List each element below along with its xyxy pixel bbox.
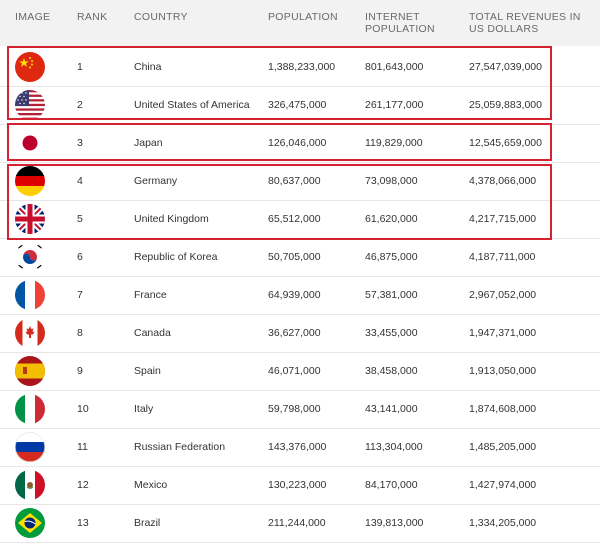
- country-cell: United Kingdom: [134, 212, 209, 225]
- internet-population-cell: 73,098,000: [365, 174, 418, 187]
- population-cell: 50,705,000: [268, 250, 321, 263]
- revenue-cell: 2,967,052,000: [469, 288, 537, 301]
- population-cell: 1,388,233,000: [268, 60, 336, 73]
- revenue-cell: 1,334,205,000: [469, 516, 537, 529]
- revenue-cell: 1,485,205,000: [469, 440, 537, 453]
- rank-cell: 11: [77, 440, 88, 453]
- france-flag-icon: [15, 280, 45, 310]
- rank-cell: 13: [77, 516, 89, 529]
- country-cell: France: [134, 288, 167, 301]
- table-row: 8 Canada 36,627,000 33,455,000 1,947,371…: [0, 314, 600, 353]
- country-cell: Spain: [134, 364, 161, 377]
- country-cell: Brazil: [134, 516, 161, 529]
- country-cell: Russian Federation: [134, 440, 226, 453]
- japan-flag-icon: [15, 128, 45, 158]
- country-cell: China: [134, 60, 162, 73]
- rank-cell: 7: [77, 288, 83, 301]
- rank-cell: 1: [77, 60, 83, 73]
- revenue-cell: 1,913,050,000: [469, 364, 537, 377]
- canada-flag-icon: [15, 318, 45, 348]
- revenue-cell: 1,947,371,000: [469, 326, 537, 339]
- table-row: 9 Spain 46,071,000 38,458,000 1,913,050,…: [0, 352, 600, 391]
- revenue-cell: 12,545,659,000: [469, 136, 542, 149]
- usa-flag-icon: [15, 90, 45, 120]
- rank-cell: 10: [77, 402, 89, 415]
- internet-population-cell: 38,458,000: [365, 364, 418, 377]
- table-row: 10 Italy 59,798,000 43,141,000 1,874,608…: [0, 390, 600, 429]
- table-row: 13 Brazil 211,244,000 139,813,000 1,334,…: [0, 504, 600, 543]
- rank-cell: 6: [77, 250, 83, 263]
- country-cell: United States of America: [134, 98, 250, 111]
- table-row: 12 Mexico 130,223,000 84,170,000 1,427,9…: [0, 466, 600, 505]
- header-revenues: TOTAL REVENUES IN US DOLLARS: [469, 11, 581, 35]
- revenue-cell: 1,427,974,000: [469, 478, 537, 491]
- rank-cell: 5: [77, 212, 83, 225]
- internet-population-cell: 57,381,000: [365, 288, 418, 301]
- revenue-cell: 1,874,608,000: [469, 402, 537, 415]
- table-row: 6 Republic of Korea 50,705,000 46,875,00…: [0, 238, 600, 277]
- header-population: POPULATION: [268, 11, 338, 23]
- russia-flag-icon: [15, 432, 45, 462]
- population-cell: 64,939,000: [268, 288, 321, 301]
- italy-flag-icon: [15, 394, 45, 424]
- mexico-flag-icon: [15, 470, 45, 500]
- country-cell: Germany: [134, 174, 178, 187]
- table-row: 3 Japan 126,046,000 119,829,000 12,545,6…: [0, 124, 600, 163]
- rank-cell: 2: [77, 98, 83, 111]
- table-row: 11 Russian Federation 143,376,000 113,30…: [0, 428, 600, 467]
- population-cell: 80,637,000: [268, 174, 321, 187]
- population-cell: 211,244,000: [268, 516, 326, 529]
- rank-cell: 4: [77, 174, 83, 187]
- brazil-flag-icon: [15, 508, 45, 538]
- korea-flag-icon: [15, 242, 45, 272]
- country-cell: Japan: [134, 136, 163, 149]
- revenue-cell: 25,059,883,000: [469, 98, 542, 111]
- rank-cell: 3: [77, 136, 83, 149]
- table-row: 1 China 1,388,233,000 801,643,000 27,547…: [0, 48, 600, 87]
- table-row: 4 Germany 80,637,000 73,098,000 4,378,06…: [0, 162, 600, 201]
- population-cell: 59,798,000: [268, 402, 321, 415]
- country-cell: Mexico: [134, 478, 168, 491]
- internet-population-cell: 84,170,000: [365, 478, 418, 491]
- internet-population-cell: 119,829,000: [365, 136, 423, 149]
- internet-population-cell: 261,177,000: [365, 98, 424, 111]
- rank-cell: 8: [77, 326, 83, 339]
- country-cell: Canada: [134, 326, 171, 339]
- population-cell: 36,627,000: [268, 326, 321, 339]
- country-cell: Italy: [134, 402, 154, 415]
- internet-population-cell: 801,643,000: [365, 60, 424, 73]
- header-rank: RANK: [77, 11, 108, 23]
- population-cell: 143,376,000: [268, 440, 327, 453]
- internet-population-cell: 43,141,000: [365, 402, 418, 415]
- internet-population-cell: 46,875,000: [365, 250, 418, 263]
- population-cell: 130,223,000: [268, 478, 327, 491]
- population-cell: 326,475,000: [268, 98, 327, 111]
- table-row: 7 France 64,939,000 57,381,000 2,967,052…: [0, 276, 600, 315]
- country-cell: Republic of Korea: [134, 250, 218, 263]
- internet-population-cell: 61,620,000: [365, 212, 418, 225]
- table-row: 5 United Kingdom 65,512,000 61,620,000 4…: [0, 200, 600, 239]
- rank-cell: 9: [77, 364, 83, 377]
- header-image: IMAGE: [15, 11, 51, 23]
- header-internet-population: INTERNET POPULATION: [365, 11, 435, 35]
- revenue-cell: 4,187,711,000: [469, 250, 536, 263]
- internet-population-cell: 113,304,000: [365, 440, 423, 453]
- revenue-cell: 4,217,715,000: [469, 212, 537, 225]
- internet-population-cell: 33,455,000: [365, 326, 418, 339]
- population-cell: 126,046,000: [268, 136, 327, 149]
- header-country: COUNTRY: [134, 11, 188, 23]
- population-cell: 65,512,000: [268, 212, 321, 225]
- uk-flag-icon: [15, 204, 45, 234]
- revenue-cell: 27,547,039,000: [469, 60, 542, 73]
- revenue-cell: 4,378,066,000: [469, 174, 537, 187]
- population-cell: 46,071,000: [268, 364, 321, 377]
- germany-flag-icon: [15, 166, 45, 196]
- china-flag-icon: [15, 52, 45, 82]
- internet-population-cell: 139,813,000: [365, 516, 424, 529]
- spain-flag-icon: [15, 356, 45, 386]
- table-header: IMAGE RANK COUNTRY POPULATION INTERNET P…: [0, 0, 600, 46]
- rank-cell: 12: [77, 478, 89, 491]
- table-row: 2 United States of America 326,475,000 2…: [0, 86, 600, 125]
